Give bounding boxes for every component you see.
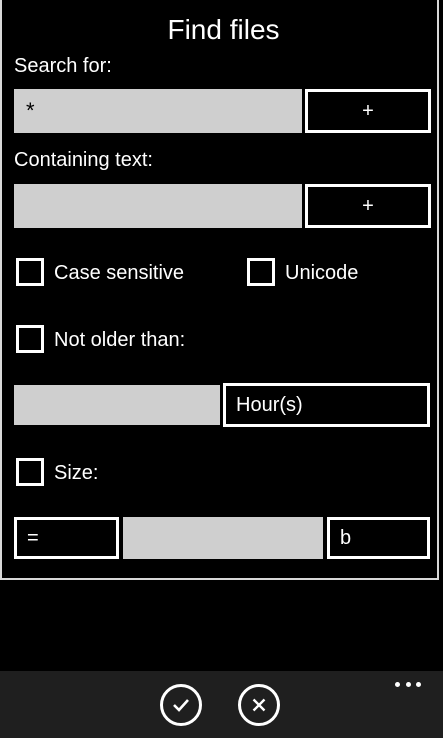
unicode-label: Unicode [285,262,359,284]
search-for-label: Search for: [14,55,112,77]
case-sensitive-checkbox[interactable] [16,258,44,286]
size-unit-selector[interactable]: b [327,517,430,559]
find-files-screen: Find files Search for: * + Containing te… [0,0,443,738]
app-bar [0,671,443,738]
case-sensitive-label: Case sensitive [54,262,185,284]
containing-text-add-button[interactable]: + [305,184,431,228]
search-for-input[interactable]: * [14,89,302,133]
not-older-than-checkbox[interactable] [16,325,44,353]
search-for-add-button[interactable]: + [305,89,431,133]
dialog-title: Find files [167,14,280,45]
unicode-checkbox[interactable] [247,258,275,286]
size-label: Size: [54,462,99,484]
containing-text-label: Containing text: [14,149,153,171]
close-icon-glyph [252,698,266,712]
not-older-than-input[interactable] [14,385,220,425]
check-icon-glyph [173,699,189,712]
close-icon[interactable] [238,684,280,726]
not-older-than-label: Not older than: [54,329,186,351]
more-icon-dot [416,681,421,687]
size-value-input[interactable] [123,517,323,559]
containing-text-input[interactable] [14,184,302,228]
size-operator-selector[interactable]: = [14,517,119,559]
more-icon-dot [395,681,400,687]
size-checkbox[interactable] [16,458,44,486]
more-icon-dot [405,681,411,687]
more-icon[interactable] [395,681,421,687]
check-icon[interactable] [160,684,202,726]
find-files-dialog: Find files Search for: * + Containing te… [0,0,439,580]
time-unit-selector[interactable]: Hour(s) [223,383,430,427]
